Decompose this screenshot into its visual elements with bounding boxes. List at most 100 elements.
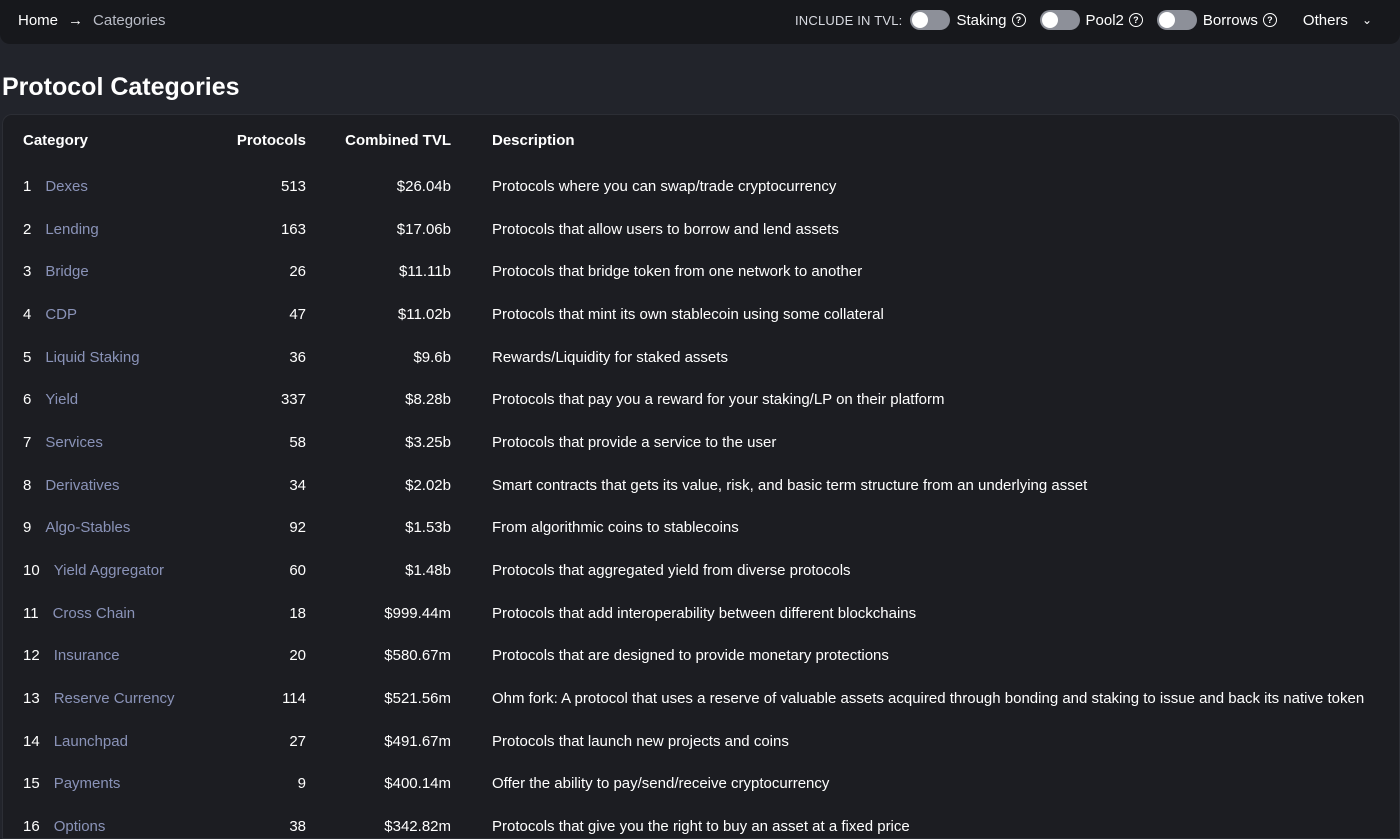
pool2-toggle[interactable]	[1039, 10, 1080, 30]
category-description: From algorithmic coins to stablecoins	[492, 519, 739, 537]
category-cell: 1 Dexes	[3, 165, 193, 208]
rank-number: 9	[23, 519, 32, 537]
tvl-settings: INCLUDE IN TVL: Staking ? Pool2 ? Borrow…	[795, 10, 1372, 30]
category-link[interactable]: Bridge	[45, 263, 88, 280]
table-row: 6 Yield 337 $8.28b Protocols that pay you a …	[3, 378, 1399, 421]
category-description: Offer the ability to pay/send/receive cr…	[492, 775, 830, 793]
table-row: 8 Derivatives 34 $2.02b Smart contracts that…	[3, 464, 1399, 507]
toggle-knob	[1041, 12, 1058, 28]
table-row: 5 Liquid Staking 36 $9.6b Rewards/Liquidity …	[3, 336, 1399, 379]
category-link[interactable]: Options	[54, 818, 106, 835]
rank-number: 4	[23, 305, 32, 323]
table-row: 7 Services 58 $3.25b Protocols that provide …	[3, 421, 1399, 464]
category-cell: 8 Derivatives	[3, 464, 193, 507]
protocols-count: 9	[297, 775, 306, 793]
category-link[interactable]: Payments	[54, 775, 121, 792]
category-cell: 7 Services	[3, 421, 193, 464]
table-row: 14 Launchpad 27 $491.67m Protocols that laun…	[3, 720, 1399, 763]
combined-tvl: $11.11b	[399, 263, 451, 281]
category-description: Protocols that mint its own stablecoin u…	[492, 305, 884, 323]
breadcrumb-home-link[interactable]: Home	[18, 12, 58, 29]
category-link[interactable]: Derivatives	[45, 477, 119, 494]
category-description: Ohm fork: A protocol that uses a reserve…	[492, 690, 1365, 708]
protocols-count: 58	[289, 433, 306, 451]
category-cell: 16 Options	[3, 805, 193, 838]
category-description: Protocols that give you the right to buy…	[492, 818, 910, 836]
category-cell: 13 Reserve Currency	[3, 677, 193, 720]
combined-tvl: $26.04b	[396, 177, 451, 195]
category-description: Rewards/Liquidity for staked assets	[492, 348, 728, 366]
rank-number: 10	[23, 562, 40, 580]
rank-number: 13	[23, 690, 40, 708]
table-row: 10 Yield Aggregator 60 $1.48b Protocols that…	[3, 549, 1399, 592]
category-description: Protocols where you can swap/trade crypt…	[492, 177, 837, 195]
category-cell: 3 Bridge	[3, 250, 193, 293]
others-dropdown[interactable]: Others ⌄	[1303, 12, 1372, 29]
column-header-tvl[interactable]: Combined TVL	[306, 115, 451, 165]
pool2-toggle-group: Pool2 ?	[1039, 10, 1143, 30]
combined-tvl: $400.14m	[384, 775, 451, 793]
category-description: Smart contracts that gets its value, ris…	[492, 476, 1088, 494]
category-link[interactable]: Cross Chain	[53, 605, 136, 622]
column-header-category[interactable]: Category	[3, 115, 193, 165]
category-link[interactable]: Services	[45, 434, 103, 451]
category-cell: 10 Yield Aggregator	[3, 549, 193, 592]
table-row: 11 Cross Chain 18 $999.44m Protocols that ad…	[3, 592, 1399, 635]
help-circle-icon[interactable]: ?	[1011, 13, 1026, 27]
combined-tvl: $11.02b	[397, 305, 451, 323]
category-link[interactable]: Yield	[45, 391, 78, 408]
staking-toggle-group: Staking ?	[910, 10, 1026, 30]
help-circle-icon[interactable]: ?	[1128, 13, 1143, 27]
rank-number: 16	[23, 818, 40, 836]
category-link[interactable]: Liquid Staking	[45, 349, 139, 366]
combined-tvl: $3.25b	[405, 433, 451, 451]
rank-number: 3	[23, 263, 32, 281]
category-cell: 6 Yield	[3, 378, 193, 421]
category-description: Protocols that provide a service to the …	[492, 433, 777, 451]
category-description: Protocols that add interoperability betw…	[492, 604, 917, 622]
category-link[interactable]: Launchpad	[54, 733, 128, 750]
protocols-count: 27	[289, 732, 306, 750]
category-cell: 2 Lending	[3, 208, 193, 251]
staking-toggle-label: Staking	[956, 11, 1007, 29]
rank-number: 8	[23, 476, 32, 494]
rank-number: 11	[23, 604, 39, 622]
protocols-count: 38	[289, 818, 306, 836]
borrows-toggle[interactable]	[1156, 10, 1197, 30]
combined-tvl: $8.28b	[405, 391, 451, 409]
rank-number: 2	[23, 220, 32, 238]
category-link[interactable]: CDP	[45, 306, 77, 323]
category-cell: 15 Payments	[3, 763, 193, 806]
combined-tvl: $1.48b	[405, 562, 451, 580]
rank-number: 1	[23, 177, 32, 195]
category-link[interactable]: Insurance	[54, 647, 120, 664]
rank-number: 6	[23, 391, 32, 409]
combined-tvl: $2.02b	[405, 476, 451, 494]
page-title: Protocol Categories	[2, 73, 240, 101]
category-link[interactable]: Yield Aggregator	[54, 562, 164, 579]
combined-tvl: $1.53b	[405, 519, 451, 537]
category-link[interactable]: Lending	[45, 221, 98, 238]
category-link[interactable]: Dexes	[45, 178, 88, 195]
rank-number: 12	[23, 647, 40, 665]
combined-tvl: $580.67m	[384, 647, 451, 665]
toggle-knob	[912, 12, 929, 28]
category-link[interactable]: Algo-Stables	[45, 519, 130, 536]
categories-table: Category Protocols Combined TVL Descript…	[3, 115, 1399, 838]
category-cell: 11 Cross Chain	[3, 592, 193, 635]
table-row: 15 Payments 9 $400.14m Offer the ability to …	[3, 763, 1399, 806]
protocols-count: 26	[289, 263, 306, 281]
help-circle-icon[interactable]: ?	[1262, 13, 1277, 27]
breadcrumb-current: Categories	[93, 12, 166, 29]
protocols-count: 36	[289, 348, 306, 366]
category-link[interactable]: Reserve Currency	[54, 690, 175, 707]
category-description: Protocols that pay you a reward for your…	[492, 391, 945, 409]
staking-toggle[interactable]	[910, 10, 951, 30]
category-description: Protocols that bridge token from one net…	[492, 263, 863, 281]
table-header-row: Category Protocols Combined TVL Descript…	[3, 115, 1399, 165]
tvl-settings-label: INCLUDE IN TVL:	[794, 12, 903, 28]
category-cell: 4 CDP	[3, 293, 193, 336]
table-row: 3 Bridge 26 $11.11b Protocols that bridge to…	[3, 250, 1399, 293]
column-header-protocols[interactable]: Protocols	[193, 115, 306, 165]
toggle-knob	[1158, 12, 1175, 28]
